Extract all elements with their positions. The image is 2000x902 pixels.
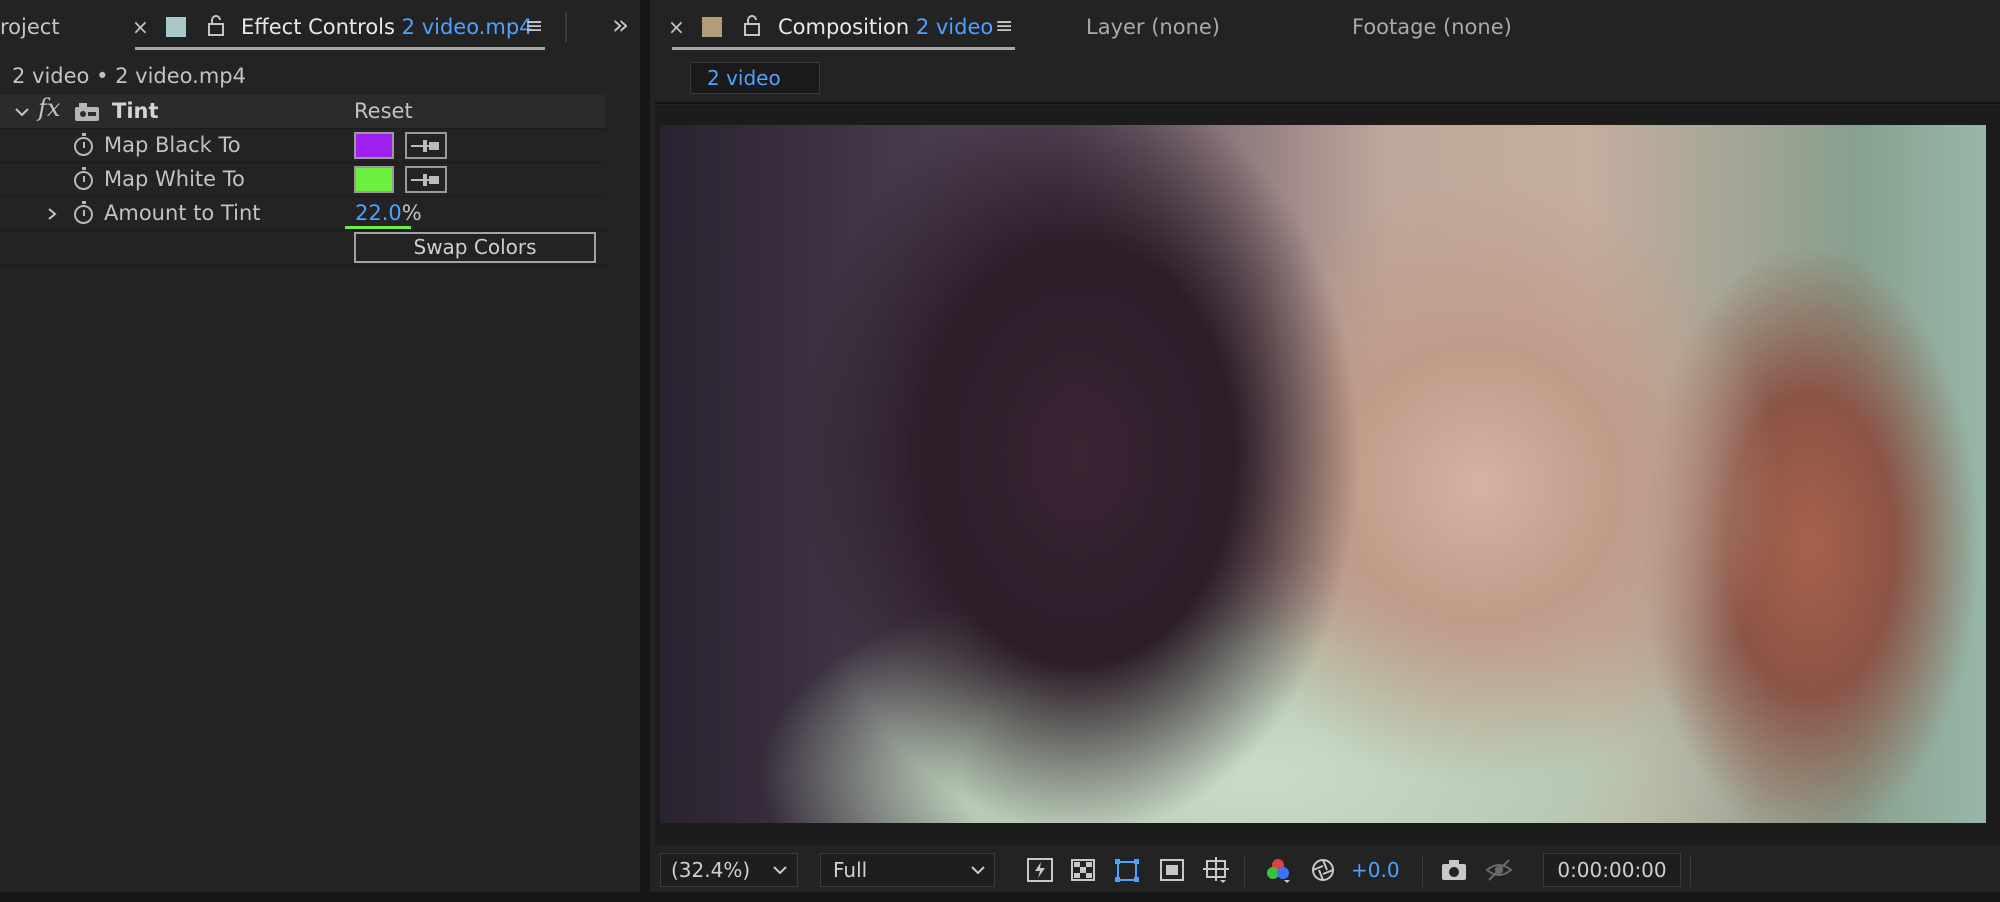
right-panel-tab-bar: × Composition 2 video ≡ Layer (none) Foo… (650, 0, 2000, 54)
amount-unit: % (401, 201, 422, 225)
fast-preview-icon[interactable] (1026, 856, 1054, 884)
tab-bar-separator (565, 12, 567, 42)
exposure-value[interactable]: +0.0 (1351, 856, 1400, 884)
magnification-dropdown[interactable]: (32.4%) (660, 853, 798, 887)
eyedropper-icon[interactable] (405, 132, 447, 159)
effect-name: Tint (112, 99, 159, 123)
mask-toggle-icon[interactable] (1158, 856, 1186, 884)
property-row-amount-to-tint: Amount to Tint 22.0% (0, 197, 605, 231)
stopwatch-icon[interactable] (74, 133, 93, 156)
timecode-value: 0:00:00:00 (1557, 858, 1667, 882)
tab-project[interactable]: roject (0, 0, 60, 54)
chevron-down-icon (971, 866, 985, 875)
tab-composition-label: Composition (778, 15, 910, 39)
magnification-value: (32.4%) (671, 858, 751, 882)
composition-frame-image (660, 125, 1986, 823)
close-icon[interactable]: × (132, 0, 149, 54)
chevron-down-icon (773, 866, 787, 875)
amount-slider-track[interactable] (345, 226, 645, 229)
toolbar-separator (1690, 855, 1691, 887)
composition-sub-tab[interactable]: 2 video (690, 62, 820, 94)
chevron-right-icon[interactable] (46, 207, 58, 221)
guides-icon[interactable] (1202, 856, 1230, 884)
breadcrumb: 2 video • 2 video.mp4 (12, 64, 246, 88)
tab-effect-controls[interactable]: Effect Controls 2 video.mp4 (241, 0, 533, 54)
tab-effect-controls-label: Effect Controls (241, 15, 395, 39)
sub-tab-underline (655, 102, 2000, 104)
effect-preset-icon (75, 103, 99, 121)
bottom-border (0, 892, 2000, 902)
show-snapshot-icon[interactable] (1485, 856, 1513, 884)
menu-icon[interactable]: ≡ (995, 0, 1013, 54)
tab-effect-controls-target: 2 video.mp4 (401, 15, 533, 39)
close-icon[interactable]: × (668, 0, 685, 54)
panel-color-swatch (166, 17, 186, 37)
left-panel-tab-bar: roject × Effect Controls 2 video.mp4 ≡ » (0, 0, 640, 54)
active-tab-indicator (135, 47, 545, 50)
effect-header-row[interactable]: fx Tint Reset (0, 92, 605, 129)
property-row-map-black: Map Black To (0, 129, 605, 163)
swap-colors-button[interactable]: Swap Colors (354, 232, 596, 263)
property-row-map-white: Map White To (0, 163, 605, 197)
region-of-interest-icon[interactable] (1113, 856, 1141, 884)
map-white-color-swatch[interactable] (354, 166, 394, 193)
tab-composition-name: 2 video (915, 15, 994, 39)
stopwatch-icon[interactable] (74, 167, 93, 190)
map-black-color-swatch[interactable] (354, 132, 394, 159)
resolution-value: Full (833, 858, 868, 882)
active-tab-indicator (672, 47, 1015, 50)
tab-layer[interactable]: Layer (none) (1086, 0, 1220, 54)
chevron-double-right-icon[interactable]: » (612, 0, 629, 52)
toolbar-separator (1422, 855, 1423, 887)
lock-icon[interactable] (207, 14, 225, 36)
property-label: Map White To (104, 167, 245, 191)
color-channels-icon[interactable] (1264, 856, 1292, 884)
tab-composition[interactable]: Composition 2 video (778, 0, 993, 54)
chevron-down-icon[interactable] (14, 105, 30, 119)
sub-tab-label: 2 video (707, 66, 781, 90)
eyedropper-icon[interactable] (405, 166, 447, 193)
toolbar-separator (1244, 855, 1245, 887)
lock-icon[interactable] (743, 14, 761, 36)
current-time-display[interactable]: 0:00:00:00 (1543, 853, 1681, 887)
exposure-reset-icon[interactable] (1309, 856, 1337, 884)
transparency-grid-icon[interactable] (1069, 856, 1097, 884)
property-label: Map Black To (104, 133, 241, 157)
property-label: Amount to Tint (104, 201, 261, 225)
tab-footage[interactable]: Footage (none) (1352, 0, 1512, 54)
property-row-swap-colors: Swap Colors (0, 231, 605, 266)
amount-slider-fill (345, 226, 411, 229)
camera-icon[interactable] (1440, 856, 1468, 884)
resolution-dropdown[interactable]: Full (820, 853, 995, 887)
amount-value[interactable]: 22.0 (355, 201, 402, 225)
reset-link[interactable]: Reset (354, 95, 413, 128)
panel-color-swatch (702, 17, 722, 37)
stopwatch-icon[interactable] (74, 201, 93, 224)
menu-icon[interactable]: ≡ (525, 0, 543, 54)
panel-divider[interactable] (640, 0, 650, 902)
fx-icon[interactable]: fx (38, 92, 60, 125)
